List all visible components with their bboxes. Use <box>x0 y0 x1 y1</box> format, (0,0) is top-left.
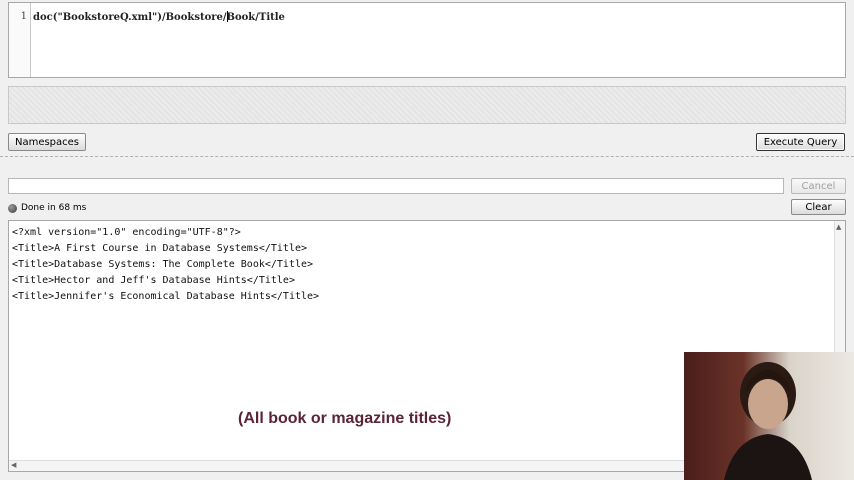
clear-button[interactable]: Clear <box>791 199 846 215</box>
line-number: 1 <box>20 11 27 22</box>
progress-bar <box>8 178 784 194</box>
status-text: Done in 68 ms <box>21 203 87 213</box>
splitter[interactable] <box>0 156 854 157</box>
message-area <box>8 86 846 124</box>
query-text-after-cursor: Book/Title <box>226 12 285 23</box>
query-editor[interactable]: 1 doc("BookstoreQ.xml")/Bookstore/Book/T… <box>8 2 846 78</box>
status-bar: Done in 68 ms <box>8 201 86 215</box>
arrow-up-icon[interactable]: ▲ <box>836 223 841 231</box>
cancel-button[interactable]: Cancel <box>791 178 846 194</box>
query-text-before-cursor: doc("BookstoreQ.xml")/Bookstore/ <box>33 12 227 23</box>
result-line: <?xml version="1.0" encoding="UTF-8"?> <box>12 227 241 238</box>
line-gutter: 1 <box>9 3 31 77</box>
video-caption: (All book or magazine titles) <box>238 410 452 427</box>
result-line: <Title>A First Course in Database System… <box>12 243 308 254</box>
query-text[interactable]: doc("BookstoreQ.xml")/Bookstore/Book/Tit… <box>33 11 285 23</box>
presenter-figure <box>724 362 812 480</box>
results-text: <?xml version="1.0" encoding="UTF-8"?> <… <box>12 225 319 305</box>
result-line: <Title>Hector and Jeff's Database Hints<… <box>12 275 295 286</box>
result-line: <Title>Jennifer's Economical Database Hi… <box>12 291 320 302</box>
status-dot-icon <box>8 203 17 213</box>
result-line: <Title>Database Systems: The Complete Bo… <box>12 259 314 270</box>
arrow-left-icon[interactable]: ◀ <box>11 461 16 469</box>
namespaces-button[interactable]: Namespaces <box>8 133 86 151</box>
execute-query-button[interactable]: Execute Query <box>756 133 845 151</box>
presenter-webcam <box>684 352 854 480</box>
